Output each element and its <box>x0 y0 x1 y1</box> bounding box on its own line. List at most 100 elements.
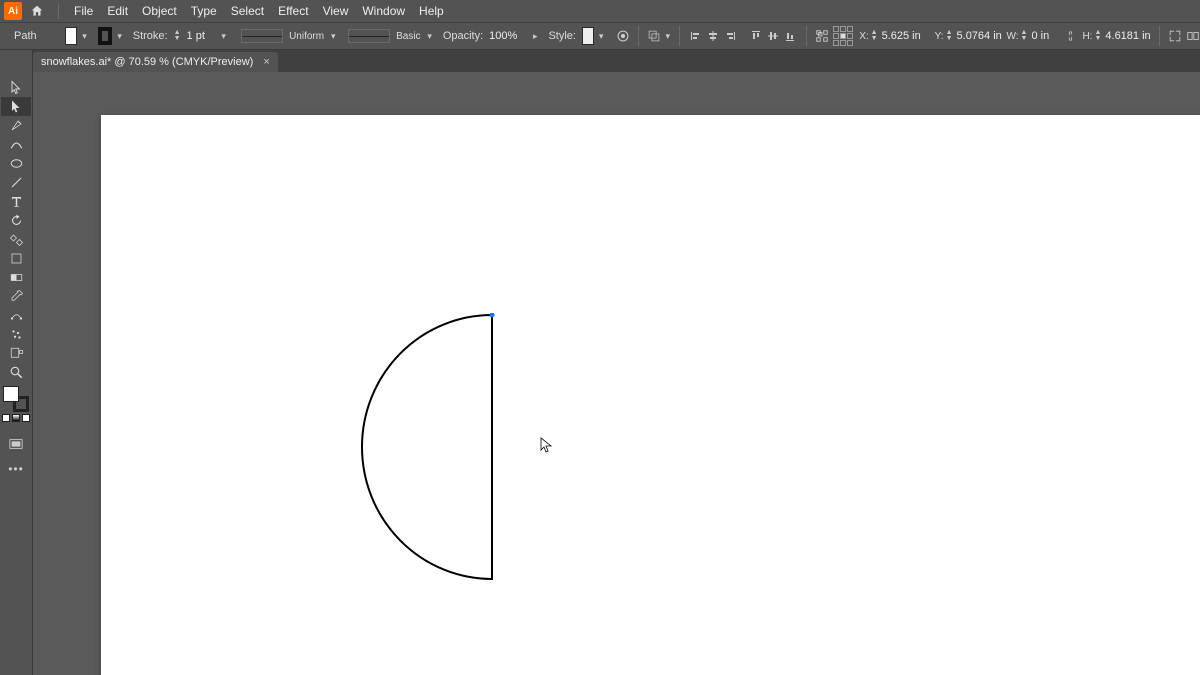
opacity-label: Opacity: <box>443 30 483 42</box>
y-stepper[interactable]: ▲▼ <box>946 30 953 42</box>
menu-effect[interactable]: Effect <box>271 0 315 22</box>
symbol-sprayer-tool[interactable] <box>1 325 31 344</box>
shape-mode-icon[interactable] <box>815 26 829 46</box>
x-label: X: <box>857 31 869 42</box>
transform-dropdown[interactable]: ▾ <box>665 31 671 42</box>
home-icon[interactable] <box>28 2 46 20</box>
tool-panel: ••• <box>0 50 33 675</box>
stroke-weight-dropdown[interactable]: ▾ <box>221 31 227 42</box>
workspace[interactable] <box>33 72 1200 675</box>
stroke-label: Stroke: <box>133 30 168 42</box>
path-half-circle[interactable] <box>361 313 495 581</box>
menu-select[interactable]: Select <box>224 0 271 22</box>
h-field[interactable] <box>1105 30 1151 42</box>
variable-width-label: Uniform <box>289 31 324 42</box>
close-tab-icon[interactable]: × <box>263 56 269 68</box>
menu-edit[interactable]: Edit <box>100 0 135 22</box>
w-label: W: <box>1007 31 1019 42</box>
cursor-icon <box>540 437 552 456</box>
brush-preview[interactable] <box>348 29 390 43</box>
menu-type[interactable]: Type <box>184 0 224 22</box>
divider <box>638 26 639 46</box>
brush-label: Basic <box>396 31 420 42</box>
color-mode-gradient[interactable] <box>12 414 20 422</box>
color-mode-row <box>2 414 30 422</box>
artboard[interactable] <box>101 115 1200 675</box>
constrain-proportions-icon[interactable] <box>1065 26 1076 46</box>
divider <box>1159 26 1160 46</box>
h-label: H: <box>1080 31 1092 42</box>
brush-dropdown[interactable]: ▾ <box>427 31 433 42</box>
artboard-tool[interactable] <box>1 344 31 363</box>
pen-tool[interactable] <box>1 116 31 135</box>
menu-window[interactable]: Window <box>355 0 412 22</box>
h-stepper[interactable]: ▲▼ <box>1094 30 1101 42</box>
variable-width-preview[interactable] <box>241 29 283 43</box>
transform-icon[interactable] <box>647 26 661 46</box>
w-field[interactable] <box>1031 30 1061 42</box>
style-dropdown[interactable]: ▾ <box>598 31 604 42</box>
zoom-tool[interactable] <box>1 363 31 382</box>
shape-builder-tool[interactable] <box>1 230 31 249</box>
stroke-dropdown[interactable]: ▾ <box>116 31 122 42</box>
style-label: Style: <box>548 30 576 42</box>
x-stepper[interactable]: ▲▼ <box>871 30 878 42</box>
menu-divider <box>58 3 59 19</box>
gradient-tool[interactable] <box>1 268 31 287</box>
color-mode-solid[interactable] <box>2 414 10 422</box>
y-field[interactable] <box>957 30 1003 42</box>
type-tool[interactable] <box>1 192 31 211</box>
menu-file[interactable]: File <box>67 0 100 22</box>
edit-toolbar-button[interactable]: ••• <box>8 462 24 476</box>
fill-indicator[interactable] <box>3 386 19 402</box>
perspective-tool[interactable] <box>1 249 31 268</box>
document-tab-strip: snowflakes.ai* @ 70.59 % (CMYK/Preview) … <box>33 50 1200 72</box>
fill-swatch[interactable] <box>65 27 77 45</box>
rotate-tool[interactable] <box>1 211 31 230</box>
fill-stroke-controls[interactable] <box>3 386 29 412</box>
color-mode-none[interactable] <box>22 414 30 422</box>
stroke-weight-field[interactable] <box>187 30 217 42</box>
style-swatch[interactable] <box>582 27 594 45</box>
curvature-tool[interactable] <box>1 135 31 154</box>
transform-each-icon[interactable] <box>1186 26 1200 46</box>
variable-width-dropdown[interactable]: ▾ <box>330 31 336 42</box>
opacity-field[interactable] <box>489 30 519 42</box>
align-right-icon[interactable] <box>722 27 738 45</box>
menu-object[interactable]: Object <box>135 0 184 22</box>
y-label: Y: <box>932 31 944 42</box>
x-field[interactable] <box>882 30 928 42</box>
document-tab[interactable]: snowflakes.ai* @ 70.59 % (CMYK/Preview) … <box>33 52 278 72</box>
fill-dropdown[interactable]: ▾ <box>81 31 87 42</box>
align-horizontal-group <box>688 27 738 45</box>
line-tool[interactable] <box>1 173 31 192</box>
recolor-icon[interactable] <box>616 26 630 46</box>
ellipse-tool[interactable] <box>1 154 31 173</box>
menu-view[interactable]: View <box>316 0 356 22</box>
control-bar: Path ▾ ▾ Stroke: ▲▼ ▾ Uniform ▾ Basic ▾ … <box>0 22 1200 50</box>
divider <box>679 26 680 46</box>
x-field-group: X: ▲▼ <box>857 30 928 42</box>
app-icon: Ai <box>4 2 22 20</box>
screen-mode-button[interactable] <box>5 436 27 452</box>
fx-flyout[interactable]: ▸ <box>532 31 538 42</box>
align-hcenter-icon[interactable] <box>705 27 721 45</box>
align-vcenter-icon[interactable] <box>765 27 781 45</box>
reference-point-grid[interactable] <box>833 25 853 47</box>
w-stepper[interactable]: ▲▼ <box>1021 30 1028 42</box>
selection-tool[interactable] <box>1 78 31 97</box>
isolate-icon[interactable] <box>1168 26 1182 46</box>
menu-items: FileEditObjectTypeSelectEffectViewWindow… <box>67 0 451 22</box>
y-field-group: Y: ▲▼ <box>932 30 1003 42</box>
stroke-weight-stepper[interactable]: ▲▼ <box>174 30 181 42</box>
align-top-icon[interactable] <box>748 27 764 45</box>
stroke-swatch[interactable] <box>98 27 112 45</box>
menu-bar: Ai FileEditObjectTypeSelectEffectViewWin… <box>0 0 1200 22</box>
align-bottom-icon[interactable] <box>782 27 798 45</box>
w-field-group: W: ▲▼ <box>1007 30 1062 42</box>
align-left-icon[interactable] <box>688 27 704 45</box>
blend-tool[interactable] <box>1 306 31 325</box>
eyedropper-tool[interactable] <box>1 287 31 306</box>
direct-selection-tool[interactable] <box>1 97 31 116</box>
menu-help[interactable]: Help <box>412 0 451 22</box>
